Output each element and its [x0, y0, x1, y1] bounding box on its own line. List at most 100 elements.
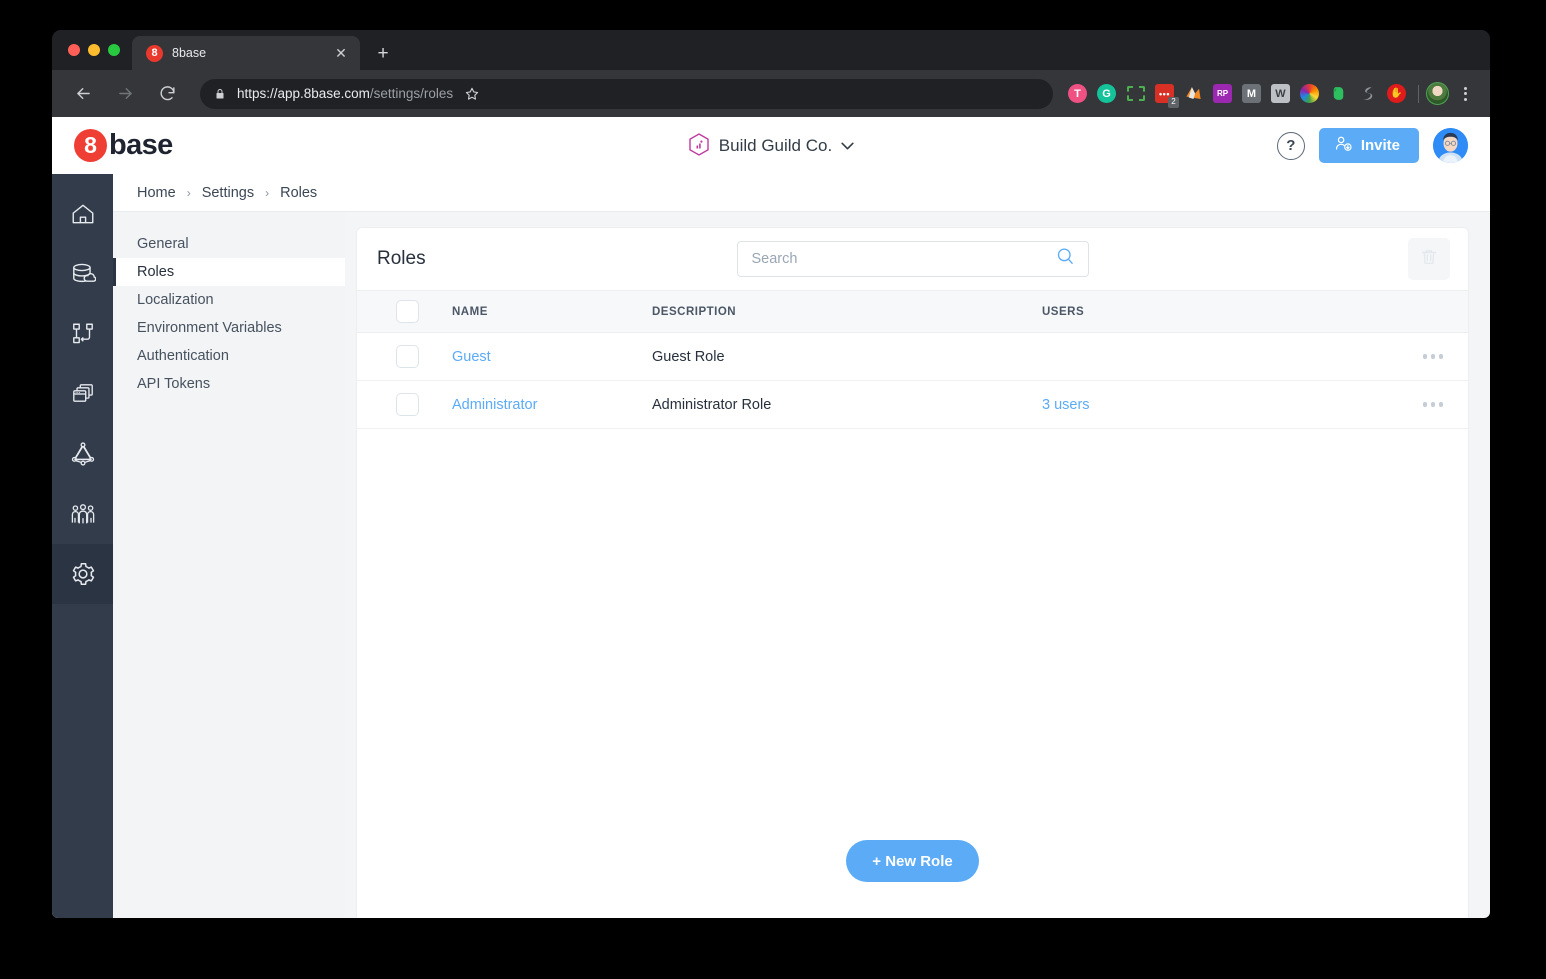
notes-extension-icon[interactable]: ••• 2: [1151, 80, 1179, 108]
8base-favicon: 8: [146, 44, 163, 62]
help-button[interactable]: ?: [1276, 131, 1305, 160]
search-box[interactable]: [736, 241, 1089, 277]
tab-title: 8base: [172, 46, 207, 60]
browser-tab[interactable]: 8 8base ✕: [132, 36, 360, 70]
back-arrow-icon[interactable]: [68, 79, 98, 109]
workspace-name[interactable]: Build Guild Co.: [719, 136, 832, 156]
address-bar-url: https://app.8base.com/settings/roles: [237, 86, 453, 101]
minimize-window-button[interactable]: [88, 44, 100, 56]
column-header-users[interactable]: USERS: [1042, 290, 1388, 333]
windows-stack-icon: [70, 381, 96, 407]
settings-layout: General Roles Localization Environment V…: [113, 212, 1490, 918]
chrome-profile-avatar[interactable]: [1426, 82, 1449, 105]
roles-panel: Roles Search NAME DESCRIPTION USERS Gues…: [357, 228, 1468, 918]
subnav-item-api-tokens[interactable]: API Tokens: [113, 370, 345, 398]
sidebar-item-workflow[interactable]: [52, 304, 113, 364]
wikipedia-extension-icon[interactable]: W: [1267, 80, 1294, 107]
chevron-down-icon[interactable]: [841, 142, 854, 150]
row-actions-cell: [1388, 332, 1468, 381]
breadcrumb-separator: ›: [265, 185, 270, 200]
delete-selected-button: [1408, 238, 1450, 280]
breadcrumb-item-roles[interactable]: Roles: [280, 185, 317, 201]
sidebar-item-settings[interactable]: [52, 544, 113, 604]
search-icon[interactable]: [1055, 246, 1076, 272]
gmail-extension-icon[interactable]: M: [1238, 80, 1265, 107]
plus-icon[interactable]: +: [369, 39, 397, 67]
role-name-link[interactable]: Guest: [452, 349, 491, 365]
sidebar-item-data[interactable]: [52, 244, 113, 304]
home-icon: [70, 201, 96, 227]
breadcrumb: Home › Settings › Roles: [137, 185, 317, 201]
workspace-switcher: Build Guild Co.: [52, 133, 1490, 158]
workflow-icon: [70, 321, 96, 347]
row-select-cell: [357, 380, 452, 429]
adblock-extension-icon[interactable]: ✋: [1383, 80, 1410, 107]
toolbar-divider: [1418, 84, 1419, 103]
address-bar[interactable]: https://app.8base.com/settings/roles: [200, 78, 1053, 109]
select-all-cell: [357, 290, 452, 333]
column-header-name[interactable]: NAME: [452, 290, 652, 333]
8base-logo-text: base: [109, 129, 173, 161]
sidebar-item-graphql[interactable]: [52, 424, 113, 484]
breadcrumb-bar: Home › Settings › Roles: [113, 174, 1490, 212]
app-body: Home › Settings › Roles General Roles Lo…: [52, 174, 1490, 918]
railsplanner-extension-icon[interactable]: RP: [1209, 80, 1236, 107]
row-checkbox[interactable]: [396, 345, 419, 368]
close-window-button[interactable]: [68, 44, 80, 56]
icon-rail: [52, 174, 113, 918]
role-users-link[interactable]: 3 users: [1042, 397, 1090, 413]
page-title: Roles: [377, 248, 426, 269]
screenshot-extension-icon[interactable]: [1122, 80, 1149, 107]
evernote-extension-icon[interactable]: [1325, 80, 1352, 107]
subnav-item-environment-variables[interactable]: Environment Variables: [113, 314, 345, 342]
role-description-cell: Guest Role: [652, 332, 1042, 381]
header-actions: ? Invite: [1276, 128, 1468, 163]
reload-icon[interactable]: [152, 79, 182, 109]
window-traffic-lights: [64, 30, 126, 70]
subnav-item-roles[interactable]: Roles: [113, 258, 345, 286]
row-select-cell: [357, 332, 452, 381]
breadcrumb-item-home[interactable]: Home: [137, 185, 176, 201]
subnav-item-general[interactable]: General: [113, 230, 345, 258]
8base-logo[interactable]: 8 base: [74, 129, 173, 162]
toggl-extension-icon[interactable]: T: [1064, 80, 1091, 107]
table-header-row: NAME DESCRIPTION USERS: [357, 290, 1468, 333]
role-description-cell: Administrator Role: [652, 380, 1042, 429]
subnav-item-authentication[interactable]: Authentication: [113, 342, 345, 370]
forward-arrow-icon: [110, 79, 140, 109]
close-icon[interactable]: ✕: [332, 44, 350, 62]
invite-button[interactable]: Invite: [1318, 128, 1419, 163]
user-avatar[interactable]: [1433, 128, 1468, 163]
8base-app: 8 base Build Guild Co. ? Invite Home › S…: [52, 117, 1490, 918]
subnav-item-localization[interactable]: Localization: [113, 286, 345, 314]
team-people-icon: [70, 501, 96, 527]
url-origin: https://app.8base.com: [237, 86, 370, 101]
new-role-button[interactable]: + New Role: [846, 840, 979, 882]
sublime-extension-icon[interactable]: [1354, 80, 1381, 107]
url-path: /settings/roles: [369, 86, 454, 101]
new-role-container: + New Role: [357, 840, 1468, 882]
row-more-icon[interactable]: [1388, 402, 1468, 407]
sidebar-item-team[interactable]: [52, 484, 113, 544]
table-row[interactable]: Guest Guest Role: [357, 332, 1468, 381]
sidebar-item-apps[interactable]: [52, 364, 113, 424]
roles-table: NAME DESCRIPTION USERS Guest Guest Role …: [357, 290, 1468, 429]
invite-button-label: Invite: [1360, 137, 1400, 154]
column-header-description[interactable]: DESCRIPTION: [652, 290, 1042, 333]
main-area: Home › Settings › Roles General Roles Lo…: [113, 174, 1490, 918]
search-input[interactable]: [751, 251, 1055, 267]
bookmark-star-icon[interactable]: [459, 81, 485, 107]
chrome-menu-kebab-icon[interactable]: [1452, 81, 1478, 107]
database-icon: [70, 261, 96, 287]
fox-extension-icon[interactable]: [1180, 80, 1207, 107]
grammarly-extension-icon[interactable]: G: [1093, 80, 1120, 107]
colorwheel-extension-icon[interactable]: [1296, 80, 1323, 107]
row-checkbox[interactable]: [396, 393, 419, 416]
breadcrumb-item-settings[interactable]: Settings: [202, 185, 254, 201]
table-row[interactable]: Administrator Administrator Role 3 users: [357, 380, 1468, 429]
select-all-checkbox[interactable]: [396, 300, 419, 323]
sidebar-item-home[interactable]: [52, 184, 113, 244]
row-more-icon[interactable]: [1388, 354, 1468, 359]
role-name-link[interactable]: Administrator: [452, 397, 537, 413]
maximize-window-button[interactable]: [108, 44, 120, 56]
